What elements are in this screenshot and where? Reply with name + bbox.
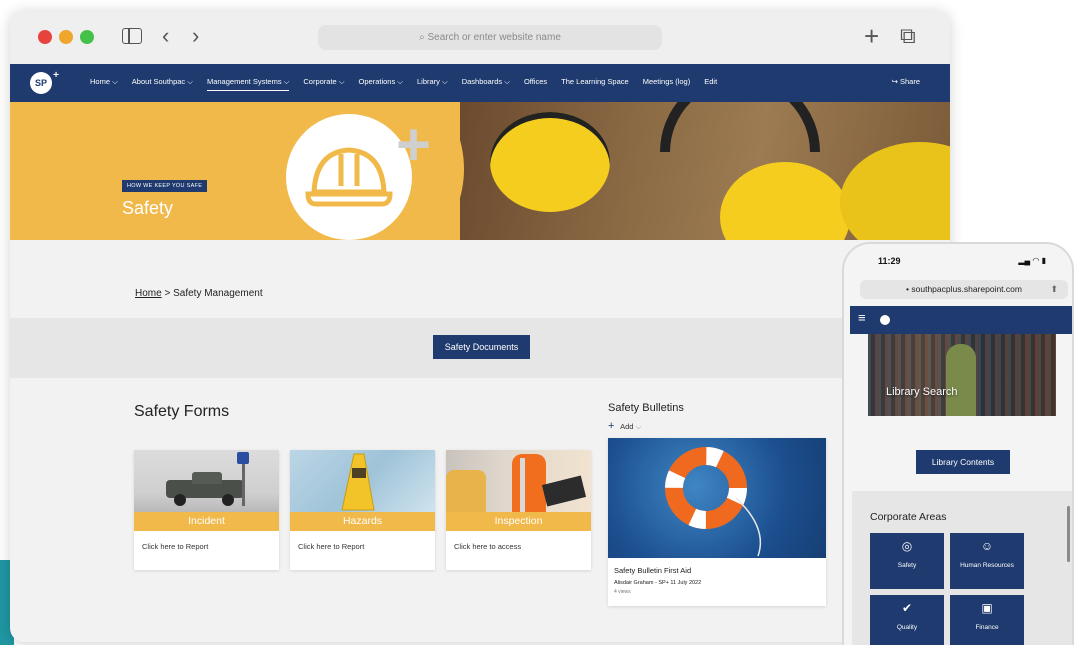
money-icon: ▣ — [981, 601, 993, 615]
lifebuoy-image — [608, 438, 826, 558]
edit-link[interactable]: Edit — [704, 77, 717, 91]
corporate-areas-heading: Corporate Areas — [870, 511, 947, 523]
close-window-button[interactable] — [38, 30, 52, 44]
tile-finance[interactable]: ▣ Finance — [950, 595, 1024, 645]
safety-forms-heading: Safety Forms — [134, 403, 230, 420]
chevron-right-icon[interactable]: › — [192, 24, 199, 48]
address-bar[interactable]: ⌕ Search or enter website name — [318, 25, 662, 50]
nav-library[interactable]: Library ⌵ — [417, 77, 448, 91]
inspection-card[interactable]: Inspection Click here to access — [446, 450, 591, 570]
nav-corporate[interactable]: Corporate ⌵ — [303, 77, 344, 91]
bulletin-headline[interactable]: Safety Bulletin First Aid — [614, 566, 691, 575]
nav-dashboards[interactable]: Dashboards ⌵ — [462, 77, 510, 91]
battery-icon: ▮ — [1041, 256, 1046, 265]
hazards-label: Hazards — [290, 512, 435, 531]
tile-quality[interactable]: ✔ Quality — [870, 595, 944, 645]
minimize-window-button[interactable] — [59, 30, 73, 44]
plus-graphic-icon: + — [396, 111, 432, 178]
tile-human-resources[interactable]: ☺ Human Resources — [950, 533, 1024, 589]
phone-time: 11:29 — [878, 256, 901, 266]
hazards-report-link[interactable]: Click here to Report — [298, 542, 364, 551]
nav-learning-space[interactable]: The Learning Space — [561, 77, 629, 91]
phone-nav-bar: ≡ — [850, 306, 1072, 334]
hard-hat-icon — [286, 114, 412, 240]
hero-kicker: HOW WE KEEP YOU SAFE — [122, 180, 208, 192]
page-title: Safety — [122, 198, 174, 218]
tile-safety[interactable]: ◎ Safety — [870, 533, 944, 589]
inspection-image — [446, 450, 591, 512]
documents-band: Safety Documents — [10, 318, 950, 378]
lifebuoy-icon: ◎ — [901, 539, 913, 553]
safety-bulletins-heading: Safety Bulletins — [608, 402, 684, 414]
browser-titlebar: ‹ › ⌕ Search or enter website name + ⧉ — [10, 10, 950, 64]
incident-report-link[interactable]: Click here to Report — [142, 542, 208, 551]
hazards-image — [290, 450, 435, 512]
signal-icon: ▂▄ — [1018, 256, 1031, 265]
phone-address-bar[interactable]: • southpacplus.sharepoint.com — [860, 280, 1068, 299]
nav-menu: Home ⌵ About Southpac ⌵ Management Syste… — [90, 77, 717, 91]
badge-icon: ✔ — [901, 601, 913, 615]
share-button[interactable]: ↪ Share — [892, 77, 920, 86]
phone-mockup: 11:29 ▂▄ ◠ ▮ • southpacplus.sharepoint.c… — [842, 242, 1074, 645]
chevron-down-icon: ⌵ — [635, 422, 642, 431]
nav-meetings-log[interactable]: Meetings (log) — [643, 77, 691, 91]
add-bulletin-button[interactable]: + Add ⌵ — [608, 420, 641, 432]
sidebar-toggle-icon[interactable] — [122, 28, 142, 44]
share-icon[interactable]: ⬆ — [1050, 284, 1058, 295]
plus-icon: + — [608, 420, 615, 432]
wifi-icon: ◠ — [1032, 256, 1040, 265]
incident-image — [134, 450, 279, 512]
incident-card[interactable]: Incident Click here to Report — [134, 450, 279, 570]
share-icon: ↪ — [891, 77, 898, 86]
nav-operations[interactable]: Operations ⌵ — [359, 77, 403, 91]
bulletin-card[interactable]: Safety Bulletin First Aid Alisdair Graha… — [608, 438, 826, 606]
library-contents-button[interactable]: Library Contents — [916, 450, 1010, 474]
breadcrumb: Home > Safety Management — [135, 288, 263, 299]
site-logo[interactable]: SP — [30, 65, 59, 94]
hazards-card[interactable]: Hazards Click here to Report — [290, 450, 435, 570]
nav-home[interactable]: Home ⌵ — [90, 77, 118, 91]
plus-icon[interactable]: + — [864, 23, 879, 49]
hamburger-menu-icon[interactable]: ≡ — [858, 310, 866, 325]
phone-scrollbar[interactable] — [1067, 506, 1070, 562]
inspection-access-link[interactable]: Click here to access — [454, 542, 521, 551]
site-navigation: SP Home ⌵ About Southpac ⌵ Management Sy… — [10, 64, 950, 102]
nav-offices[interactable]: Offices — [524, 77, 547, 91]
inspection-label: Inspection — [446, 512, 591, 531]
ear-defenders-photo — [460, 102, 950, 240]
chevron-left-icon[interactable]: ‹ — [162, 24, 169, 48]
breadcrumb-separator: > — [164, 288, 171, 299]
address-placeholder: Search or enter website name — [427, 32, 561, 43]
bulletin-views: 4 views — [614, 589, 631, 595]
search-icon: ⌕ — [419, 32, 425, 43]
breadcrumb-home-link[interactable]: Home — [135, 288, 162, 299]
library-search-label: Library Search — [886, 386, 958, 398]
browser-window: ‹ › ⌕ Search or enter website name + ⧉ S… — [10, 10, 950, 642]
corporate-areas-section: Corporate Areas ◎ Safety ☺ Human Resourc… — [852, 491, 1072, 645]
safety-documents-button[interactable]: Safety Documents — [433, 335, 530, 359]
bulletin-meta: Alisdair Graham - SP+ 11 July 2022 — [614, 580, 702, 586]
nav-management-systems[interactable]: Management Systems ⌵ — [206, 77, 290, 91]
library-search-image[interactable]: Library Search — [868, 334, 1056, 416]
breadcrumb-current: Safety Management — [173, 288, 263, 299]
phone-site-logo[interactable] — [880, 315, 890, 325]
incident-label: Incident — [134, 512, 279, 531]
nav-about-southpac[interactable]: About Southpac ⌵ — [132, 77, 193, 91]
phone-status-icons: ▂▄ ◠ ▮ — [1018, 256, 1046, 265]
maximize-window-button[interactable] — [80, 30, 94, 44]
tabs-icon[interactable]: ⧉ — [900, 24, 916, 48]
hero-banner: + HOW WE KEEP YOU SAFE Safety — [10, 102, 950, 240]
lock-icon: • — [906, 284, 910, 294]
people-icon: ☺ — [980, 539, 994, 553]
